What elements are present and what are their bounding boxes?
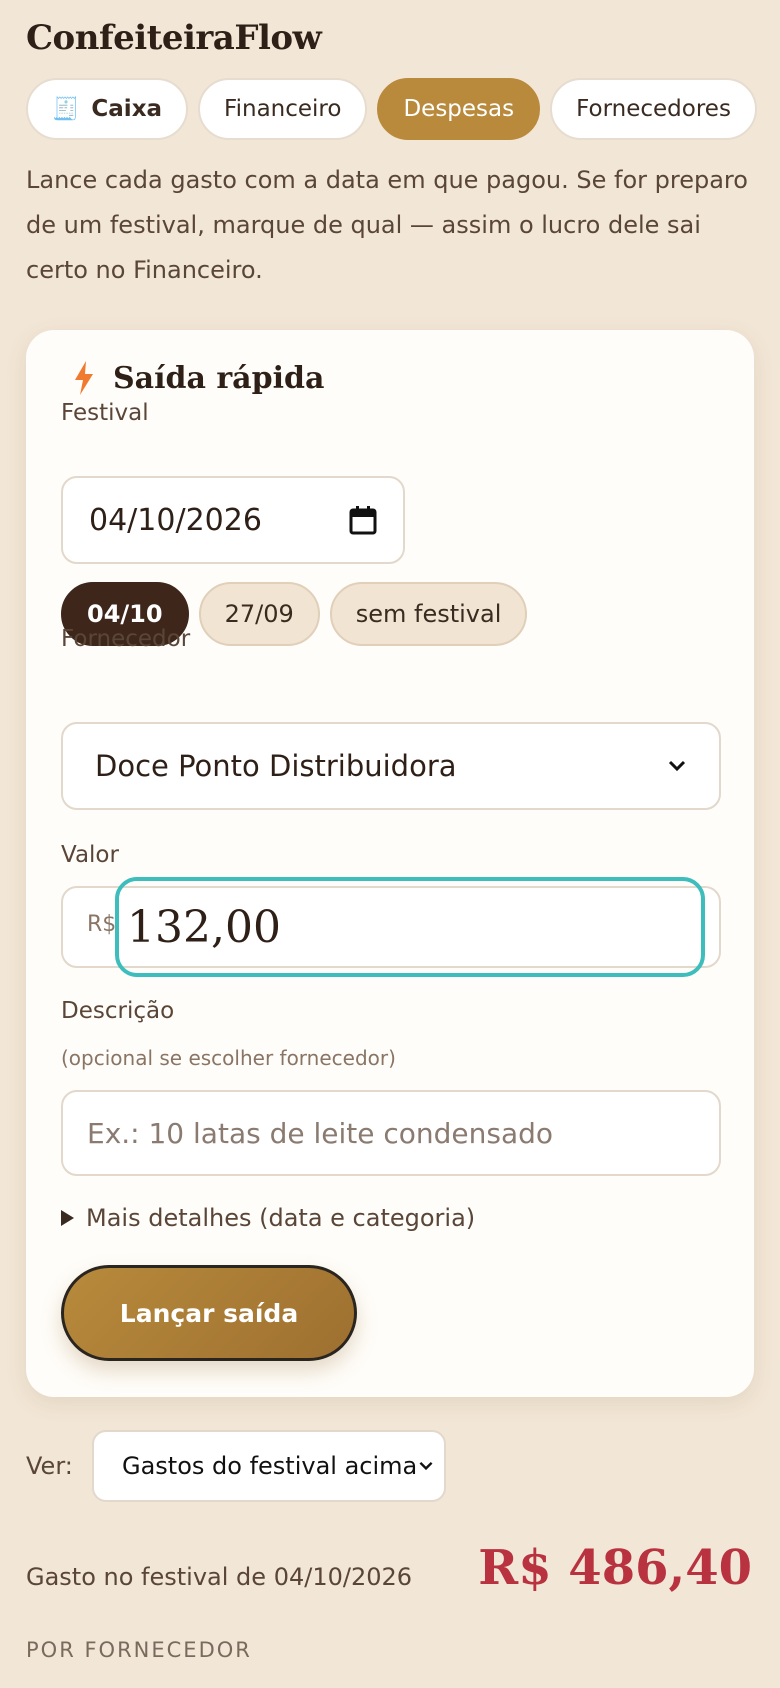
nav-tabs: 🧾 Caixa Financeiro Despesas Fornecedores <box>26 78 757 140</box>
section-heading: POR FORNECEDOR <box>26 1638 252 1662</box>
currency-prefix: R$ <box>87 912 117 937</box>
disclosure-triangle-icon <box>61 1210 74 1226</box>
submit-label: Lançar saída <box>119 1298 299 1328</box>
supplier-label: Fornecedor <box>61 626 191 652</box>
total-label: Gasto no festival de 04/10/2026 <box>26 1563 413 1591</box>
tab-financeiro[interactable]: Financeiro <box>198 78 368 140</box>
value-input-text: 132,00 <box>127 901 281 953</box>
tab-despesas[interactable]: Despesas <box>377 78 541 140</box>
supplier-select[interactable]: Doce Ponto Distribuidora <box>61 722 721 810</box>
tab-label: Financeiro <box>224 96 342 122</box>
calendar-icon[interactable] <box>349 505 377 535</box>
more-details-toggle[interactable]: Mais detalhes (data e categoria) <box>61 1204 475 1232</box>
description-hint: (opcional se escolher fornecedor) <box>61 1046 396 1070</box>
description-placeholder: Ex.: 10 latas de leite condensado <box>87 1116 554 1150</box>
tab-label: Fornecedores <box>576 96 731 122</box>
view-label: Ver: <box>26 1452 73 1480</box>
description-input[interactable]: Ex.: 10 latas de leite condensado <box>61 1090 721 1176</box>
festival-date-value: 04/10/2026 <box>89 502 262 538</box>
value-input[interactable]: 132,00 <box>115 877 705 977</box>
supplier-selected: Doce Ponto Distribuidora <box>95 749 457 783</box>
tab-label: Caixa <box>91 96 163 122</box>
receipt-icon: 🧾 <box>52 96 80 122</box>
total-value: R$ 486,40 <box>478 1540 752 1596</box>
view-select[interactable]: Gastos do festival acima <box>92 1430 446 1502</box>
tab-caixa[interactable]: 🧾 Caixa <box>26 78 189 140</box>
description-label: Descrição <box>61 998 175 1024</box>
submit-expense-button[interactable]: Lançar saída <box>61 1265 357 1361</box>
chevron-down-icon <box>668 760 686 772</box>
card-title: Saída rápida <box>71 360 324 396</box>
more-details-label: Mais detalhes (data e categoria) <box>86 1204 476 1232</box>
intro-text: Lance cada gasto com a data em que pagou… <box>26 166 748 284</box>
app-title: ConfeiteiraFlow <box>26 18 322 58</box>
lightning-icon <box>75 361 93 395</box>
tab-fornecedores[interactable]: Fornecedores <box>550 78 757 140</box>
chevron-down-icon <box>419 1461 433 1471</box>
chip-festival-2709[interactable]: 27/09 <box>198 582 320 646</box>
quick-expense-card: Saída rápida Festival 04/10/2026 04/10 2… <box>26 330 754 1397</box>
festival-date-input[interactable]: 04/10/2026 <box>61 476 405 564</box>
card-title-text: Saída rápida <box>113 360 325 396</box>
tab-label: Despesas <box>403 96 515 122</box>
festival-label: Festival <box>61 400 149 426</box>
view-selected: Gastos do festival acima <box>122 1452 418 1480</box>
chip-no-festival[interactable]: sem festival <box>329 582 528 646</box>
value-label: Valor <box>61 842 119 868</box>
